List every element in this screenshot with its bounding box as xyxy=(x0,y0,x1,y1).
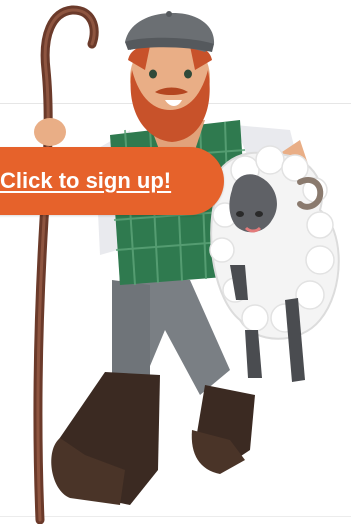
sign-up-label[interactable]: Click to sign up! xyxy=(0,170,171,192)
shepherd-illustration xyxy=(33,5,340,524)
sign-up-button[interactable]: Click to sign up! xyxy=(0,147,224,215)
boots xyxy=(51,372,255,505)
left-hand xyxy=(34,118,66,146)
flat-cap-icon xyxy=(125,11,215,53)
shepherd-head xyxy=(128,36,212,142)
sheep-icon xyxy=(209,145,340,382)
